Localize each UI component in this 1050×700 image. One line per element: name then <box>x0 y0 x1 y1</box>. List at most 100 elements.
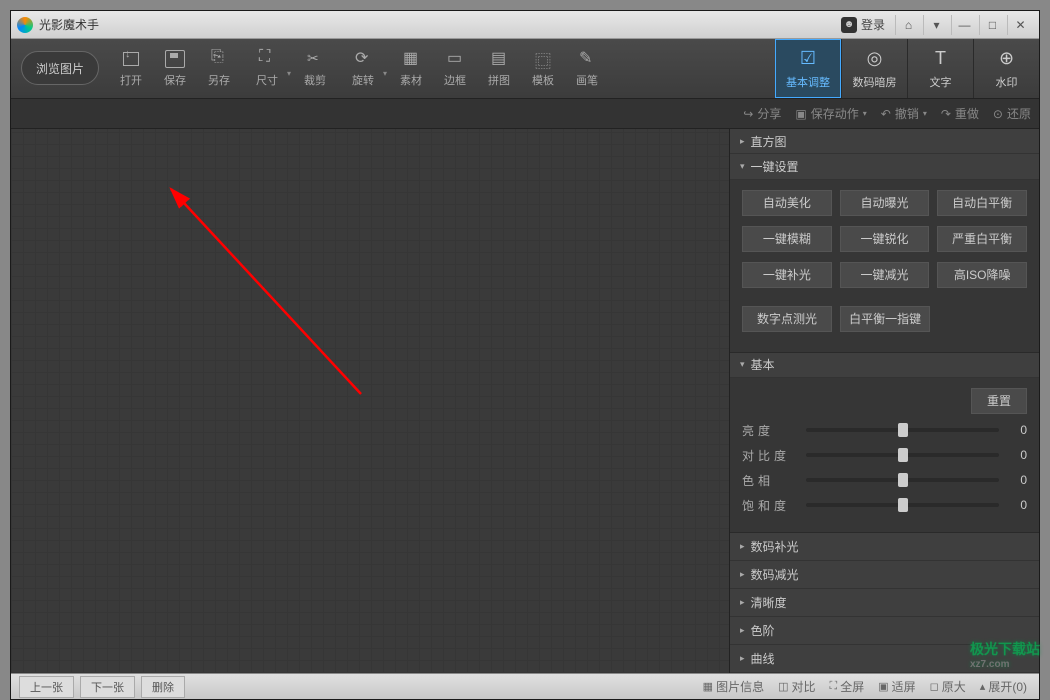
prev-image-button[interactable]: 上一张 <box>19 676 74 698</box>
browse-images-button[interactable]: 浏览图片 <box>21 51 99 85</box>
slider-track[interactable] <box>806 503 999 507</box>
slider-track[interactable] <box>806 478 999 482</box>
slider-label: 亮度 <box>742 422 798 439</box>
slider-thumb[interactable] <box>898 473 908 487</box>
slider-value: 0 <box>1007 448 1027 462</box>
share-button[interactable]: ↪分享 <box>743 105 781 122</box>
tool-size[interactable]: 尺寸▾ <box>241 39 293 98</box>
share-icon: ↪ <box>743 107 753 121</box>
compare-button[interactable]: ◫对比 <box>774 678 819 695</box>
slider-thumb[interactable] <box>898 448 908 462</box>
expand-button[interactable]: ▴展开(0) <box>976 678 1031 695</box>
slider-track[interactable] <box>806 453 999 457</box>
section-色阶[interactable]: ▸色阶 <box>730 617 1039 645</box>
redo-button[interactable]: ↷重做 <box>941 105 979 122</box>
oneclick-白平衡一指键[interactable]: 白平衡一指键 <box>840 306 930 332</box>
restore-icon: ⊙ <box>993 107 1003 121</box>
oneclick-自动曝光[interactable]: 自动曝光 <box>840 190 930 216</box>
image-info-button[interactable]: ▦图片信息 <box>699 678 768 695</box>
fullscreen-button[interactable]: ⛶全屏 <box>826 678 869 695</box>
section-histogram[interactable]: ▸直方图 <box>730 129 1039 154</box>
tab-icon: ⊕ <box>995 48 1019 70</box>
slider-value: 0 <box>1007 498 1027 512</box>
tab-icon: T <box>929 48 953 70</box>
next-image-button[interactable]: 下一张 <box>80 676 135 698</box>
slider-thumb[interactable] <box>898 423 908 437</box>
tool-save[interactable]: 保存 <box>153 39 197 98</box>
restore-button[interactable]: ⊙还原 <box>993 105 1031 122</box>
section-清晰度[interactable]: ▸清晰度 <box>730 589 1039 617</box>
settings-button[interactable]: ▾ <box>923 15 949 35</box>
app-window: 光影魔术手 ☻ 登录 ⌂ ▾ — □ ✕ 浏览图片 打开保存另存尺寸▾裁剪旋转▾… <box>10 10 1040 700</box>
oneclick-严重白平衡[interactable]: 严重白平衡 <box>937 226 1027 252</box>
tab-icon: ◎ <box>863 48 887 70</box>
statusbar: 上一张 下一张 删除 ▦图片信息 ◫对比 ⛶全屏 ▣适屏 ◻原大 ▴展开(0) <box>11 673 1039 699</box>
original-size-button[interactable]: ◻原大 <box>926 678 970 695</box>
home-button[interactable]: ⌂ <box>895 15 921 35</box>
tool-brush[interactable]: 画笔 <box>565 39 609 98</box>
app-icon <box>17 17 33 33</box>
tab-基本调整[interactable]: ☑基本调整 <box>775 39 841 98</box>
slider-饱和度: 饱和度0 <box>742 497 1027 514</box>
save-action-button[interactable]: ▣保存动作▾ <box>795 105 866 122</box>
minimize-button[interactable]: — <box>951 15 977 35</box>
tab-文字[interactable]: T文字 <box>907 39 973 98</box>
chevron-right-icon: ▸ <box>740 625 745 636</box>
undo-button[interactable]: ↶撤销▾ <box>881 105 927 122</box>
tab-水印[interactable]: ⊕水印 <box>973 39 1039 98</box>
tool-crop[interactable]: 裁剪 <box>293 39 337 98</box>
chevron-right-icon: ▸ <box>740 541 745 552</box>
delete-button[interactable]: 删除 <box>141 676 185 698</box>
reset-button[interactable]: 重置 <box>971 388 1027 414</box>
oneclick-数字点测光[interactable]: 数字点测光 <box>742 306 832 332</box>
section-数码减光[interactable]: ▸数码减光 <box>730 561 1039 589</box>
tool-collage[interactable]: 拼图 <box>477 39 521 98</box>
redo-icon: ↷ <box>941 107 951 121</box>
slider-value: 0 <box>1007 473 1027 487</box>
primary-tabs: ☑基本调整◎数码暗房T文字⊕水印 <box>775 39 1039 98</box>
collage-icon <box>489 50 509 68</box>
slider-track[interactable] <box>806 428 999 432</box>
tool-rotate[interactable]: 旋转▾ <box>337 39 389 98</box>
chevron-down-icon: ▾ <box>863 109 867 118</box>
template-icon <box>533 50 553 68</box>
material-icon <box>401 50 421 68</box>
tool-material[interactable]: 素材 <box>389 39 433 98</box>
maximize-button[interactable]: □ <box>979 15 1005 35</box>
oneclick-一键补光[interactable]: 一键补光 <box>742 262 832 288</box>
tool-open[interactable]: 打开 <box>109 39 153 98</box>
section-曲线[interactable]: ▸曲线 <box>730 645 1039 673</box>
save-icon <box>165 50 185 68</box>
tool-template[interactable]: 模板 <box>521 39 565 98</box>
expand-icon: ▴ <box>980 680 986 693</box>
tool-border[interactable]: 边框 <box>433 39 477 98</box>
section-basic[interactable]: ▾基本 <box>730 353 1039 378</box>
oneclick-一键减光[interactable]: 一键减光 <box>840 262 930 288</box>
canvas[interactable] <box>11 129 729 673</box>
tool-saveas[interactable]: 另存 <box>197 39 241 98</box>
chevron-down-icon: ▾ <box>287 69 291 78</box>
oneclick-body: 自动美化自动曝光自动白平衡 一键模糊一键锐化严重白平衡 一键补光一键减光高ISO… <box>730 180 1039 353</box>
chevron-right-icon: ▸ <box>740 653 745 664</box>
rotate-icon <box>353 50 373 68</box>
section-数码补光[interactable]: ▸数码补光 <box>730 533 1039 561</box>
oneclick-一键锐化[interactable]: 一键锐化 <box>840 226 930 252</box>
record-icon: ▣ <box>795 107 806 121</box>
oneclick-一键模糊[interactable]: 一键模糊 <box>742 226 832 252</box>
fullscreen-icon: ⛶ <box>830 680 838 693</box>
close-button[interactable]: ✕ <box>1007 15 1033 35</box>
chevron-down-icon: ▾ <box>740 161 745 172</box>
slider-thumb[interactable] <box>898 498 908 512</box>
oneclick-自动白平衡[interactable]: 自动白平衡 <box>937 190 1027 216</box>
main-toolbar: 浏览图片 打开保存另存尺寸▾裁剪旋转▾素材边框拼图模板画笔 ☑基本调整◎数码暗房… <box>11 39 1039 99</box>
canvas-grid <box>11 129 729 673</box>
section-oneclick[interactable]: ▾一键设置 <box>730 154 1039 179</box>
oneclick-自动美化[interactable]: 自动美化 <box>742 190 832 216</box>
oneclick-高ISO降噪[interactable]: 高ISO降噪 <box>937 262 1027 288</box>
login-button[interactable]: ☻ 登录 <box>841 16 885 33</box>
tab-数码暗房[interactable]: ◎数码暗房 <box>841 39 907 98</box>
tab-icon: ☑ <box>796 48 820 70</box>
right-panel: ▸直方图 ▾一键设置 自动美化自动曝光自动白平衡 一键模糊一键锐化严重白平衡 一… <box>729 129 1039 673</box>
sub-toolbar: ↪分享 ▣保存动作▾ ↶撤销▾ ↷重做 ⊙还原 <box>11 99 1039 129</box>
fit-screen-button[interactable]: ▣适屏 <box>874 678 919 695</box>
